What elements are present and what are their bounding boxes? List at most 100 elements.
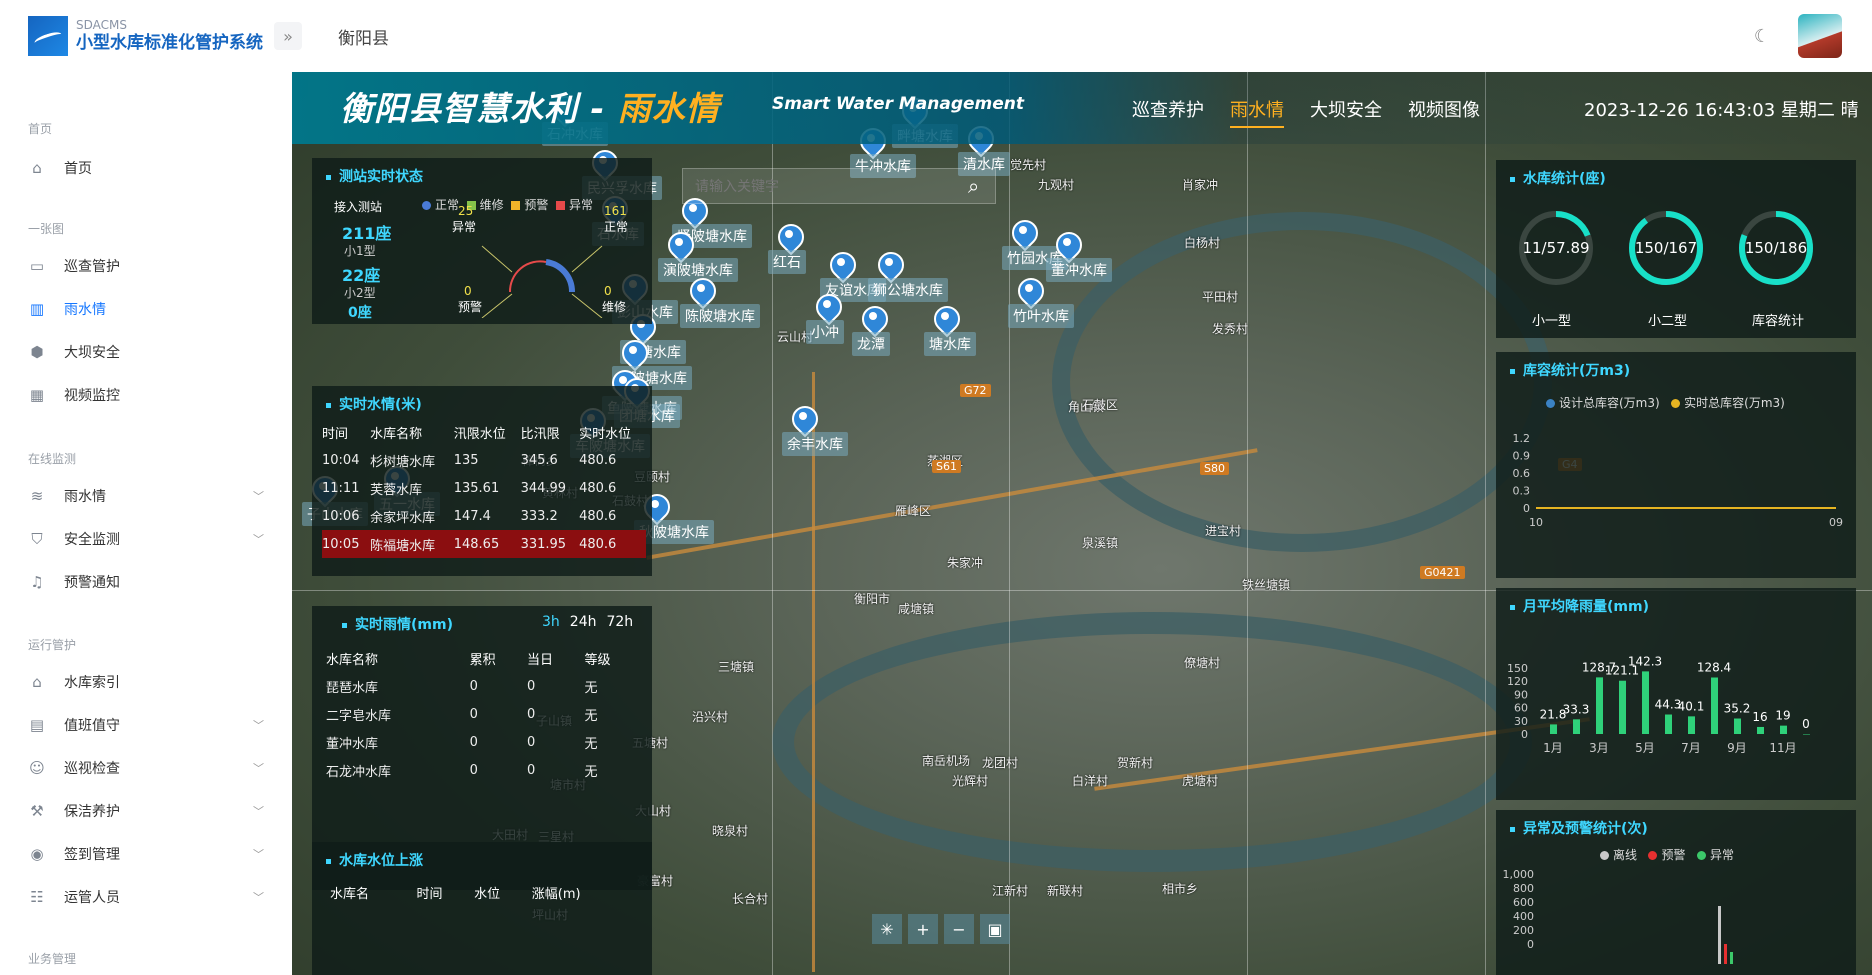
alert-bar[interactable] bbox=[1718, 906, 1721, 964]
type3-count: 0座 bbox=[348, 305, 372, 321]
table-row[interactable]: 11:11 芙蓉水库 135.61 344.99 480.6 bbox=[322, 474, 646, 502]
col-header: 累积 bbox=[469, 652, 496, 668]
sidebar-item-staff[interactable]: ☷ 运管人员 ﹀ bbox=[0, 879, 292, 915]
rain-bar[interactable] bbox=[1573, 719, 1580, 734]
sidebar-item-rain[interactable]: ≋ 雨水情 ﹀ bbox=[0, 478, 292, 514]
tab-rain[interactable]: 雨水情 bbox=[1230, 96, 1284, 128]
brand-en: SDACMS bbox=[76, 18, 127, 32]
station-legend: 正常 维修 预警 异常 bbox=[422, 196, 593, 213]
rain-bar[interactable] bbox=[1550, 724, 1557, 734]
table-cell: 135 bbox=[453, 452, 479, 468]
collapse-sidebar-button[interactable]: » bbox=[274, 22, 302, 50]
reservoir-label[interactable]: 竹叶水库 bbox=[1008, 304, 1074, 328]
rain-bar[interactable] bbox=[1665, 714, 1672, 734]
brand-logo[interactable]: SDACMS 小型水库标准化管护系统 bbox=[28, 16, 263, 56]
sidebar-item-safety-monitor[interactable]: ⛉ 安全监测 ﹀ bbox=[0, 521, 292, 557]
rain-bar[interactable] bbox=[1642, 671, 1649, 734]
rain-bar[interactable] bbox=[1734, 718, 1741, 734]
table-row[interactable]: 10:04 杉树塘水库 135 345.6 480.6 bbox=[322, 446, 646, 474]
sidebar-item-reservoir-index[interactable]: ⌂ 水库索引 bbox=[0, 664, 292, 700]
table-cell: 0 bbox=[469, 678, 478, 694]
rain-bar[interactable] bbox=[1780, 725, 1787, 734]
logo-mark-icon bbox=[28, 16, 68, 56]
map-place-label: 雁峰区 bbox=[895, 504, 932, 518]
reservoir-rings: 11/57.89 150/167 150/186 bbox=[1519, 211, 1813, 285]
compass-icon[interactable]: ✳ bbox=[872, 914, 902, 944]
map-place-label: 光辉村 bbox=[952, 774, 989, 788]
legend-repair: 维修 bbox=[479, 198, 504, 212]
broom-icon: ⚒ bbox=[30, 802, 44, 820]
satellite-map[interactable]: 觉先村九观村肖家冲白杨村平田村发秀村云山村角山镇石鼓区蒸湘区衡阳市朱家冲咸塘镇泉… bbox=[292, 72, 1872, 975]
y-tick-label: 0.9 bbox=[1513, 450, 1531, 463]
alerts-legend: 离线 预警 异常 bbox=[1600, 846, 1734, 863]
repair-label: 维修 bbox=[602, 300, 627, 314]
dark-mode-toggle-icon[interactable]: ☾ bbox=[1754, 26, 1770, 47]
map-place-label: 虎塘村 bbox=[1182, 774, 1219, 788]
table-cell: 345.6 bbox=[520, 452, 558, 468]
sidebar-item-inspection[interactable]: ☺ 巡视检查 ﹀ bbox=[0, 750, 292, 786]
sidebar-item-label: 大坝安全 bbox=[64, 345, 120, 361]
rain-bar[interactable] bbox=[1619, 680, 1626, 734]
sidebar-item-cleaning[interactable]: ⚒ 保洁养护 ﹀ bbox=[0, 793, 292, 829]
sidebar-item-dam-safety[interactable]: ⬢ 大坝安全 bbox=[0, 334, 292, 370]
bar-value-label: 35.2 bbox=[1724, 702, 1751, 716]
capacity-panel: 库容统计(万m3) 设计总库容(万m3) 实时总库容(万m3) 1.2 0.9 0.… bbox=[1496, 352, 1856, 578]
ring-value: 150/167 bbox=[1635, 239, 1697, 257]
map-place-label: 僚塘村 bbox=[1184, 656, 1221, 670]
sidebar-item-video[interactable]: ▦ 视频监控 bbox=[0, 377, 292, 413]
rain-bar[interactable] bbox=[1803, 734, 1810, 735]
alert-bar[interactable] bbox=[1724, 944, 1727, 964]
sidebar-item-home[interactable]: ⌂ 首页 bbox=[0, 150, 292, 186]
reservoir-label[interactable]: 余丰水库 bbox=[782, 432, 848, 456]
range-3h-tab[interactable]: 3h bbox=[542, 614, 560, 630]
tab-video[interactable]: 视频图像 bbox=[1408, 96, 1480, 128]
panel-title: 库容统计(万m3) bbox=[1510, 360, 1630, 380]
x-tick-label: 7月 bbox=[1681, 741, 1701, 755]
table-row[interactable]: 石龙冲水库 0 0 无 bbox=[326, 756, 642, 784]
reservoir-label[interactable]: 董冲水库 bbox=[1046, 258, 1112, 282]
range-72h-tab[interactable]: 72h bbox=[606, 614, 633, 630]
screen-icon[interactable]: ▣ bbox=[980, 914, 1010, 944]
rain-bar[interactable] bbox=[1711, 677, 1718, 734]
y-tick-label: 200 bbox=[1513, 924, 1534, 937]
rain-bar[interactable] bbox=[1596, 677, 1603, 734]
chevron-down-icon: ﹀ bbox=[253, 848, 264, 861]
sidebar-item-warning[interactable]: ♫ 预警通知 bbox=[0, 564, 292, 600]
zoom-out-icon[interactable]: − bbox=[944, 914, 974, 944]
tab-patrol[interactable]: 巡查养护 bbox=[1132, 96, 1204, 128]
highway-badge: G72 bbox=[960, 384, 991, 397]
panel-title: 水库统计(座) bbox=[1510, 168, 1606, 188]
table-row[interactable]: 董冲水库 0 0 无 bbox=[326, 728, 642, 756]
table-row[interactable]: 琵琶水库 0 0 无 bbox=[326, 672, 642, 700]
zoom-in-icon[interactable]: + bbox=[908, 914, 938, 944]
reservoir-label[interactable]: 龙潭 bbox=[852, 332, 890, 356]
sidebar-item-checkin[interactable]: ◉ 签到管理 ﹀ bbox=[0, 836, 292, 872]
search-icon[interactable]: ⌕ bbox=[968, 174, 979, 198]
sidebar: SDACMS 小型水库标准化管护系统 首页 ⌂ 首页 一张图 ▭ 巡查管护 ▥ 雨水情… bbox=[0, 0, 292, 975]
table-cell: 10:06 bbox=[322, 508, 360, 524]
map-place-label: 泉溪镇 bbox=[1082, 536, 1119, 550]
table-cell: 0 bbox=[527, 762, 536, 778]
range-24h-tab[interactable]: 24h bbox=[570, 614, 597, 630]
table-row[interactable]: 10:05 陈福塘水库 148.65 331.95 480.6 bbox=[322, 530, 646, 558]
legend-abnormal: 异常 bbox=[568, 198, 593, 212]
tab-dam-safety[interactable]: 大坝安全 bbox=[1310, 96, 1382, 128]
table-cell: 琵琶水库 bbox=[326, 680, 379, 696]
shield-icon: ⛉ bbox=[31, 530, 43, 548]
reservoir-label[interactable]: 塘水库 bbox=[924, 332, 976, 356]
col-header: 时间 bbox=[416, 886, 443, 902]
table-row[interactable]: 10:06 余家坪水库 147.4 333.2 480.6 bbox=[322, 502, 646, 530]
map-place-label: 觉先村 bbox=[1010, 158, 1047, 172]
rain-bar[interactable] bbox=[1757, 726, 1764, 734]
table-cell: 480.6 bbox=[579, 530, 646, 558]
sidebar-item-rain-map[interactable]: ▥ 雨水情 bbox=[0, 291, 292, 327]
sidebar-item-duty[interactable]: ▤ 值班值守 ﹀ bbox=[0, 707, 292, 743]
sidebar-item-patrol[interactable]: ▭ 巡查管护 bbox=[0, 248, 292, 284]
bell-icon: ♫ bbox=[30, 573, 44, 591]
rain-bar[interactable] bbox=[1688, 716, 1695, 734]
warning-label: 预警 bbox=[458, 300, 483, 314]
panel-title: 实时水情(米) bbox=[326, 394, 422, 414]
table-row[interactable]: 二字皂水库 0 0 无 bbox=[326, 700, 642, 728]
alert-bar[interactable] bbox=[1730, 952, 1733, 964]
avatar[interactable] bbox=[1798, 14, 1842, 58]
